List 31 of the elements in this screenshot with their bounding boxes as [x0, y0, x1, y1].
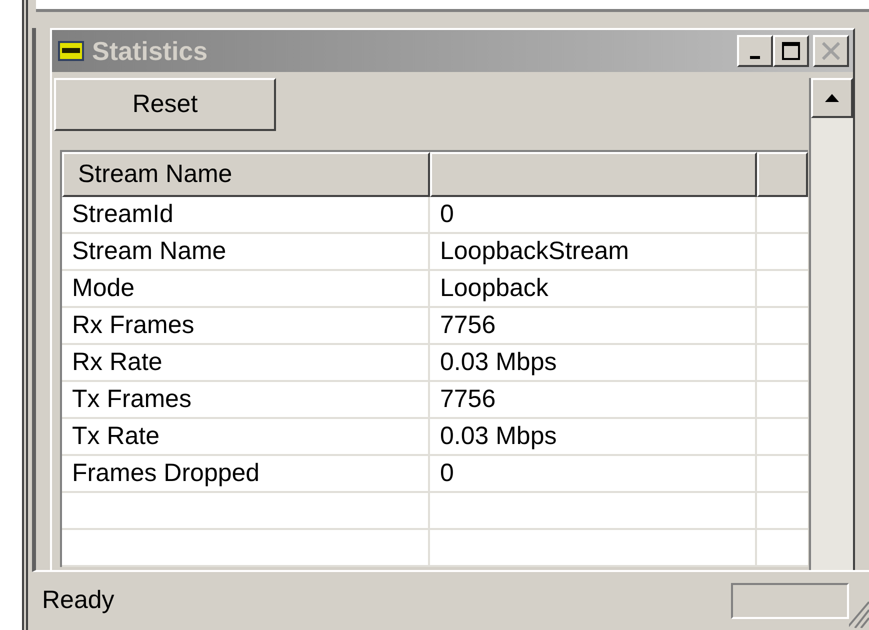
scroll-up-button[interactable] [811, 78, 853, 118]
table-cell: StreamId [62, 197, 430, 232]
minimize-button[interactable] [737, 35, 773, 67]
table-cell: LoopbackStream [430, 234, 757, 269]
scrollbar[interactable] [809, 78, 853, 570]
column-header[interactable] [430, 152, 757, 197]
table-cell: Rx Frames [62, 308, 430, 343]
up-arrow-icon [825, 94, 839, 102]
reset-button[interactable]: Reset [54, 78, 276, 131]
table-cell: Tx Rate [62, 419, 430, 454]
window-icon [58, 40, 84, 62]
column-header[interactable]: Stream Name [62, 152, 430, 197]
table-cell: Rx Rate [62, 345, 430, 380]
table-cell: 0.03 Mbps [430, 419, 757, 454]
table-cell: 0.03 Mbps [430, 345, 757, 380]
maximize-button[interactable] [773, 35, 809, 67]
table-cell: Mode [62, 271, 430, 306]
column-header[interactable] [757, 152, 808, 197]
table-cell: 7756 [430, 308, 757, 343]
status-text: Ready [42, 585, 116, 616]
table-cell: 7756 [430, 382, 757, 417]
table-cell: Loopback [430, 271, 757, 306]
table-cell: 0 [430, 456, 757, 491]
table-cell: Stream Name [62, 234, 430, 269]
table-cell: Frames Dropped [62, 456, 430, 491]
table-cell: Tx Frames [62, 382, 430, 417]
table-cell: 0 [430, 197, 757, 232]
close-icon [822, 42, 840, 60]
window-title: Statistics [92, 34, 209, 68]
minimize-icon [750, 56, 760, 59]
maximize-icon [782, 42, 800, 60]
